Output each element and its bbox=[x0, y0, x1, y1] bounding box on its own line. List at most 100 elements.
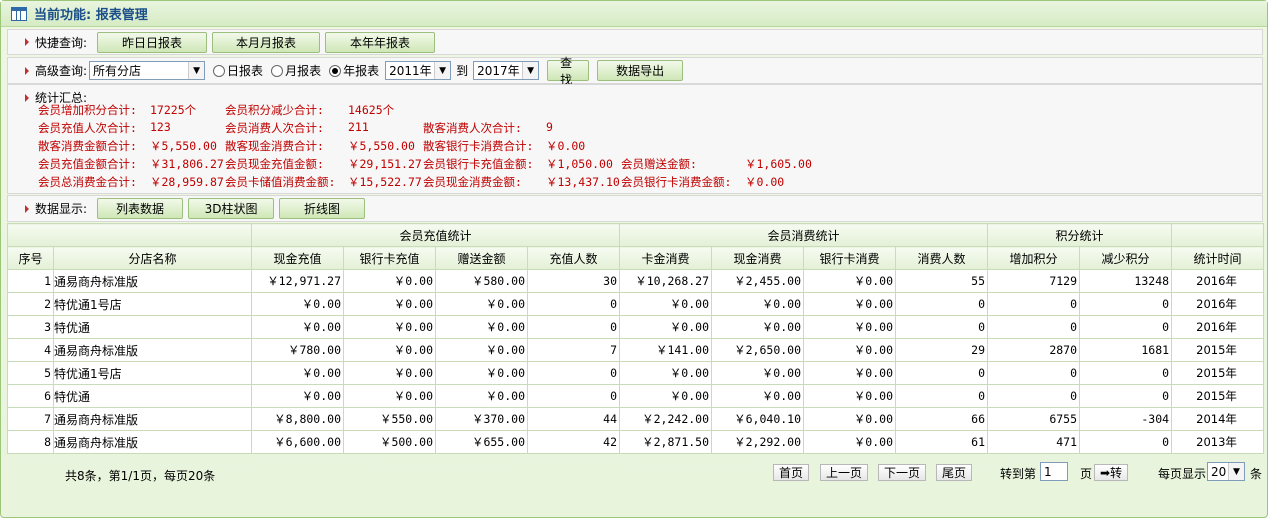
bullet-arrow-icon bbox=[25, 38, 29, 46]
advanced-query-label: 高级查询: bbox=[35, 64, 88, 78]
3d-bar-chart-button[interactable]: 3D柱状图 bbox=[188, 198, 275, 219]
this-month-report-button[interactable]: 本月月报表 bbox=[212, 31, 321, 53]
table-cell: ￥0.00 bbox=[251, 315, 344, 339]
table-cell: 0 bbox=[526, 315, 621, 339]
this-year-report-button[interactable]: 本年年报表 bbox=[325, 31, 436, 53]
summary-value: 17225个 bbox=[150, 103, 197, 117]
month-report-label: 月报表 bbox=[285, 64, 322, 78]
table-cell: ￥2,292.00 bbox=[711, 430, 805, 454]
store-select-value: 所有分店 bbox=[93, 64, 142, 78]
group-header-consumption: 会员消费统计 bbox=[619, 223, 989, 247]
group-header-recharge: 会员充值统计 bbox=[250, 223, 621, 247]
table-cell: ￥0.00 bbox=[435, 292, 528, 316]
summary-label-text: 会员卡储值消费金额: bbox=[225, 175, 336, 189]
table-cell: ￥0.00 bbox=[803, 430, 897, 454]
table-cell: 6 bbox=[7, 384, 54, 408]
table-cell: 2015年 bbox=[1171, 361, 1265, 385]
table-cell: 通易商舟标准版 bbox=[53, 269, 252, 293]
table-cell: 0 bbox=[526, 384, 621, 408]
summary-label-text: 会员银行卡充值金额: bbox=[423, 157, 534, 171]
yesterday-report-button[interactable]: 昨日日报表 bbox=[97, 31, 208, 53]
column-header: 银行卡消费 bbox=[803, 246, 897, 270]
summary-label-text: 会员积分减少合计: bbox=[225, 103, 324, 117]
summary-label-text: 会员充值金额合计: bbox=[38, 157, 137, 171]
export-button[interactable]: 数据导出 bbox=[597, 60, 684, 81]
table-cell: 2015年 bbox=[1171, 384, 1265, 408]
chevron-down-icon: ▼ bbox=[434, 62, 451, 79]
table-cell: 特优通 bbox=[53, 384, 252, 408]
year-report-radio[interactable] bbox=[329, 64, 342, 77]
table-cell: ￥0.00 bbox=[435, 315, 528, 339]
column-header: 现金消费 bbox=[711, 246, 805, 270]
table-cell: ￥0.00 bbox=[343, 269, 436, 293]
table-cell: ￥0.00 bbox=[803, 361, 897, 385]
table-cell: ￥141.00 bbox=[619, 338, 713, 362]
table-cell: ￥0.00 bbox=[619, 315, 713, 339]
summary-panel: 统计汇总: 会员增加积分合计: 17225个 会员积分减少合计: 14625个 … bbox=[7, 84, 1263, 194]
year-from-select[interactable]: 2011年 ▼ bbox=[385, 61, 452, 80]
column-header: 消费人数 bbox=[895, 246, 989, 270]
table-cell: ￥0.00 bbox=[711, 292, 805, 316]
chevron-down-icon: ▼ bbox=[522, 62, 539, 79]
summary-value: ￥0.00 bbox=[546, 139, 586, 153]
bullet-arrow-icon bbox=[25, 66, 29, 75]
per-page-label: 每页显示 bbox=[1158, 467, 1207, 481]
day-report-radio[interactable] bbox=[213, 64, 226, 77]
last-page-button[interactable]: 尾页 bbox=[936, 464, 973, 481]
summary-value: 123 bbox=[150, 120, 171, 134]
column-header: 分店名称 bbox=[53, 246, 252, 270]
table-cell: 5 bbox=[7, 361, 54, 385]
table-cell: ￥10,268.27 bbox=[619, 269, 713, 293]
table-cell: ￥0.00 bbox=[803, 315, 897, 339]
goto-page-input[interactable]: 1 bbox=[1040, 462, 1068, 481]
column-header: 赠送金额 bbox=[435, 246, 528, 270]
table-cell: 7 bbox=[526, 338, 621, 362]
next-page-button[interactable]: 下一页 bbox=[878, 464, 927, 481]
table-cell: ￥0.00 bbox=[435, 384, 528, 408]
data-display-row: 数据显示: 列表数据 3D柱状图 折线图 bbox=[7, 195, 1263, 222]
column-header: 现金充值 bbox=[251, 246, 344, 270]
table-cell: 0 bbox=[1079, 361, 1173, 385]
table-cell: -304 bbox=[1079, 407, 1173, 431]
table-cell: 0 bbox=[526, 292, 621, 316]
summary-value: ￥0.00 bbox=[745, 175, 785, 189]
table-cell: 0 bbox=[895, 361, 989, 385]
year-from-value: 2011年 bbox=[389, 64, 432, 78]
table-cell: 2016年 bbox=[1171, 292, 1265, 316]
go-button[interactable]: ➡转 bbox=[1094, 464, 1129, 481]
year-to-select[interactable]: 2017年 ▼ bbox=[473, 61, 540, 80]
first-page-button[interactable]: 首页 bbox=[773, 464, 810, 481]
prev-page-button[interactable]: 上一页 bbox=[820, 464, 869, 481]
table-cell: 通易商舟标准版 bbox=[53, 407, 252, 431]
summary-value: ￥28,959.87 bbox=[150, 175, 224, 189]
table-cell: 61 bbox=[895, 430, 989, 454]
table-cell: ￥370.00 bbox=[435, 407, 528, 431]
list-data-button[interactable]: 列表数据 bbox=[97, 198, 184, 219]
table-cell: ￥0.00 bbox=[251, 384, 344, 408]
per-page-select[interactable]: 20 ▼ bbox=[1207, 462, 1245, 481]
summary-value: ￥1,050.00 bbox=[546, 157, 613, 171]
table-cell: ￥2,650.00 bbox=[711, 338, 805, 362]
table-cell: ￥6,040.10 bbox=[711, 407, 805, 431]
table-cell: ￥2,871.50 bbox=[619, 430, 713, 454]
month-report-radio[interactable] bbox=[271, 64, 284, 77]
table-cell: 3 bbox=[7, 315, 54, 339]
search-button[interactable]: 查找 bbox=[547, 56, 590, 87]
table-cell: 0 bbox=[987, 315, 1081, 339]
line-chart-button[interactable]: 折线图 bbox=[279, 198, 366, 219]
table-row: 4 通易商舟标准版 ￥780.00 ￥0.00 ￥0.00 7 ￥141.00 ￥2,650.… bbox=[7, 338, 1265, 362]
table-cell: ￥0.00 bbox=[619, 384, 713, 408]
advanced-query-row: 高级查询: 所有分店 ▼ 日报表 月报表 年报表 2011年 ▼ 到 2017年… bbox=[7, 56, 1263, 87]
table-cell: 2014年 bbox=[1171, 407, 1265, 431]
table-cell: ￥2,242.00 bbox=[619, 407, 713, 431]
table-cell: 7 bbox=[7, 407, 54, 431]
table-cell: ￥0.00 bbox=[711, 315, 805, 339]
column-header: 统计时间 bbox=[1171, 246, 1265, 270]
table-cell: 0 bbox=[1079, 384, 1173, 408]
summary-value: ￥1,605.00 bbox=[745, 157, 812, 171]
table-cell: 特优通 bbox=[53, 315, 252, 339]
table-row: 5 特优通1号店 ￥0.00 ￥0.00 ￥0.00 0 ￥0.00 ￥0.00 ￥0.00 0 0… bbox=[7, 361, 1265, 385]
summary-label-text: 会员现金消费金额: bbox=[423, 175, 522, 189]
store-select[interactable]: 所有分店 ▼ bbox=[89, 61, 206, 80]
bullet-arrow-icon bbox=[25, 93, 29, 102]
